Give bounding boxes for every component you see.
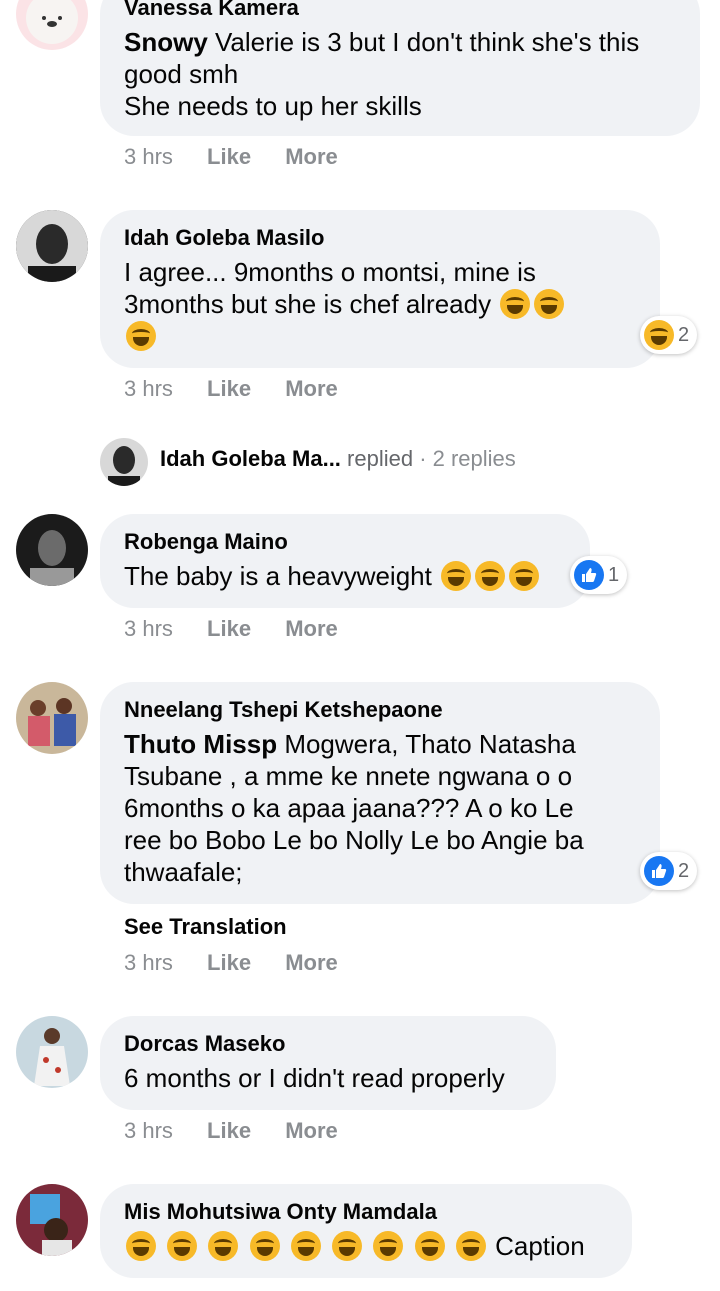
timestamp[interactable]: 3 hrs — [124, 376, 173, 402]
comment-author[interactable]: Vanessa Kamera — [124, 0, 676, 22]
reaction-summary[interactable]: 2 — [640, 316, 698, 354]
rolling-on-floor-laughing-icon — [534, 289, 565, 319]
photo-avatar-icon — [16, 682, 88, 754]
rolling-on-floor-laughing-icon — [167, 1231, 198, 1261]
like-button[interactable]: Like — [207, 950, 251, 976]
comment-author[interactable]: Dorcas Maseko — [124, 1030, 532, 1058]
comment-bubble: Robenga Maino The baby is a heavyweight — [100, 514, 590, 608]
reaction-count: 2 — [678, 323, 690, 346]
view-replies-link[interactable]: Idah Goleba Ma... replied · 2 replies — [160, 446, 516, 472]
avatar[interactable] — [16, 514, 88, 586]
avatar[interactable] — [16, 1016, 88, 1088]
photo-avatar-icon — [16, 1184, 88, 1256]
comment-text: Snowy Valerie is 3 but I don't think she… — [124, 27, 640, 121]
comment-actions: 3 hrs Like More — [124, 950, 366, 976]
comment-text: Caption — [124, 1230, 608, 1262]
reply-count: · 2 replies — [413, 446, 516, 471]
comment-actions: 3 hrs Like More — [124, 376, 366, 402]
like-button[interactable]: Like — [207, 616, 251, 642]
like-button[interactable]: Like — [207, 1118, 251, 1144]
comment-text: Thuto Missp Mogwera, Thato Natasha Tsuba… — [124, 729, 584, 887]
timestamp[interactable]: 3 hrs — [124, 950, 173, 976]
comment-author[interactable]: Idah Goleba Masilo — [124, 224, 636, 252]
reaction-summary[interactable]: 2 — [640, 852, 698, 890]
timestamp[interactable]: 3 hrs — [124, 616, 173, 642]
reply-verb: replied — [340, 446, 414, 471]
comment-bubble: Vanessa Kamera Snowy Valerie is 3 but I … — [100, 0, 700, 136]
rolling-on-floor-laughing-icon — [414, 1231, 445, 1261]
person-avatar-icon — [16, 210, 88, 282]
tears-of-joy-icon — [475, 561, 506, 591]
more-button[interactable]: More — [285, 950, 338, 976]
rolling-on-floor-laughing-icon — [208, 1231, 239, 1261]
caption-text: Caption — [487, 1231, 585, 1261]
tears-of-joy-icon — [441, 561, 472, 591]
thumbs-up-icon — [644, 856, 674, 886]
rolling-on-floor-laughing-icon — [455, 1231, 486, 1261]
see-translation-link[interactable]: See Translation — [124, 914, 287, 940]
comment-bubble: Dorcas Maseko 6 months or I didn't read … — [100, 1016, 556, 1110]
comment-bubble: Nneelang Tshepi Ketshepaone Thuto Missp … — [100, 682, 660, 904]
comment-text: 6 months or I didn't read properly — [124, 1063, 505, 1093]
laughing-reaction-icon — [644, 320, 674, 350]
rolling-on-floor-laughing-icon — [290, 1231, 321, 1261]
mention-link[interactable]: Snowy — [124, 27, 208, 57]
reply-avatar[interactable] — [100, 438, 148, 486]
avatar[interactable] — [16, 1184, 88, 1256]
rolling-on-floor-laughing-icon — [126, 1231, 156, 1261]
comment-author[interactable]: Mis Mohutsiwa Onty Mamdala — [124, 1198, 608, 1226]
photo-avatar-icon — [16, 1016, 88, 1088]
rolling-on-floor-laughing-icon — [332, 1231, 363, 1261]
person-avatar-icon — [16, 514, 88, 586]
comment-text: I agree... 9months o montsi, mine is 3mo… — [124, 256, 636, 352]
more-button[interactable]: More — [285, 1118, 338, 1144]
reaction-summary[interactable]: 1 — [570, 556, 628, 594]
timestamp[interactable]: 3 hrs — [124, 1118, 173, 1144]
more-button[interactable]: More — [285, 144, 338, 170]
bear-avatar-icon — [26, 0, 78, 44]
comment-bubble: Idah Goleba Masilo I agree... 9months o … — [100, 210, 660, 368]
thumbs-up-icon — [574, 560, 604, 590]
reply-author: Idah Goleba Ma... — [160, 446, 341, 471]
comment-actions: 3 hrs Like More — [124, 616, 366, 642]
like-button[interactable]: Like — [207, 144, 251, 170]
comment-actions: 3 hrs Like More — [124, 1118, 366, 1144]
reaction-count: 2 — [678, 859, 690, 882]
timestamp[interactable]: 3 hrs — [124, 144, 173, 170]
rolling-on-floor-laughing-icon — [249, 1231, 280, 1261]
tears-of-joy-icon — [509, 561, 540, 591]
like-button[interactable]: Like — [207, 376, 251, 402]
comment-text: The baby is a heavyweight — [124, 560, 566, 592]
rolling-on-floor-laughing-icon — [373, 1231, 404, 1261]
avatar[interactable] — [16, 0, 88, 50]
person-avatar-icon — [100, 438, 148, 486]
avatar[interactable] — [16, 210, 88, 282]
comment-author[interactable]: Robenga Maino — [124, 528, 566, 556]
comment-author[interactable]: Nneelang Tshepi Ketshepaone — [124, 696, 636, 724]
mention-link[interactable]: Thuto Missp — [124, 729, 277, 759]
rolling-on-floor-laughing-icon — [126, 321, 156, 351]
comment-actions: 3 hrs Like More — [124, 144, 366, 170]
more-button[interactable]: More — [285, 376, 338, 402]
reaction-count: 1 — [608, 563, 620, 586]
avatar[interactable] — [16, 682, 88, 754]
rolling-on-floor-laughing-icon — [500, 289, 531, 319]
comment-bubble: Mis Mohutsiwa Onty Mamdala Caption — [100, 1184, 632, 1278]
more-button[interactable]: More — [285, 616, 338, 642]
